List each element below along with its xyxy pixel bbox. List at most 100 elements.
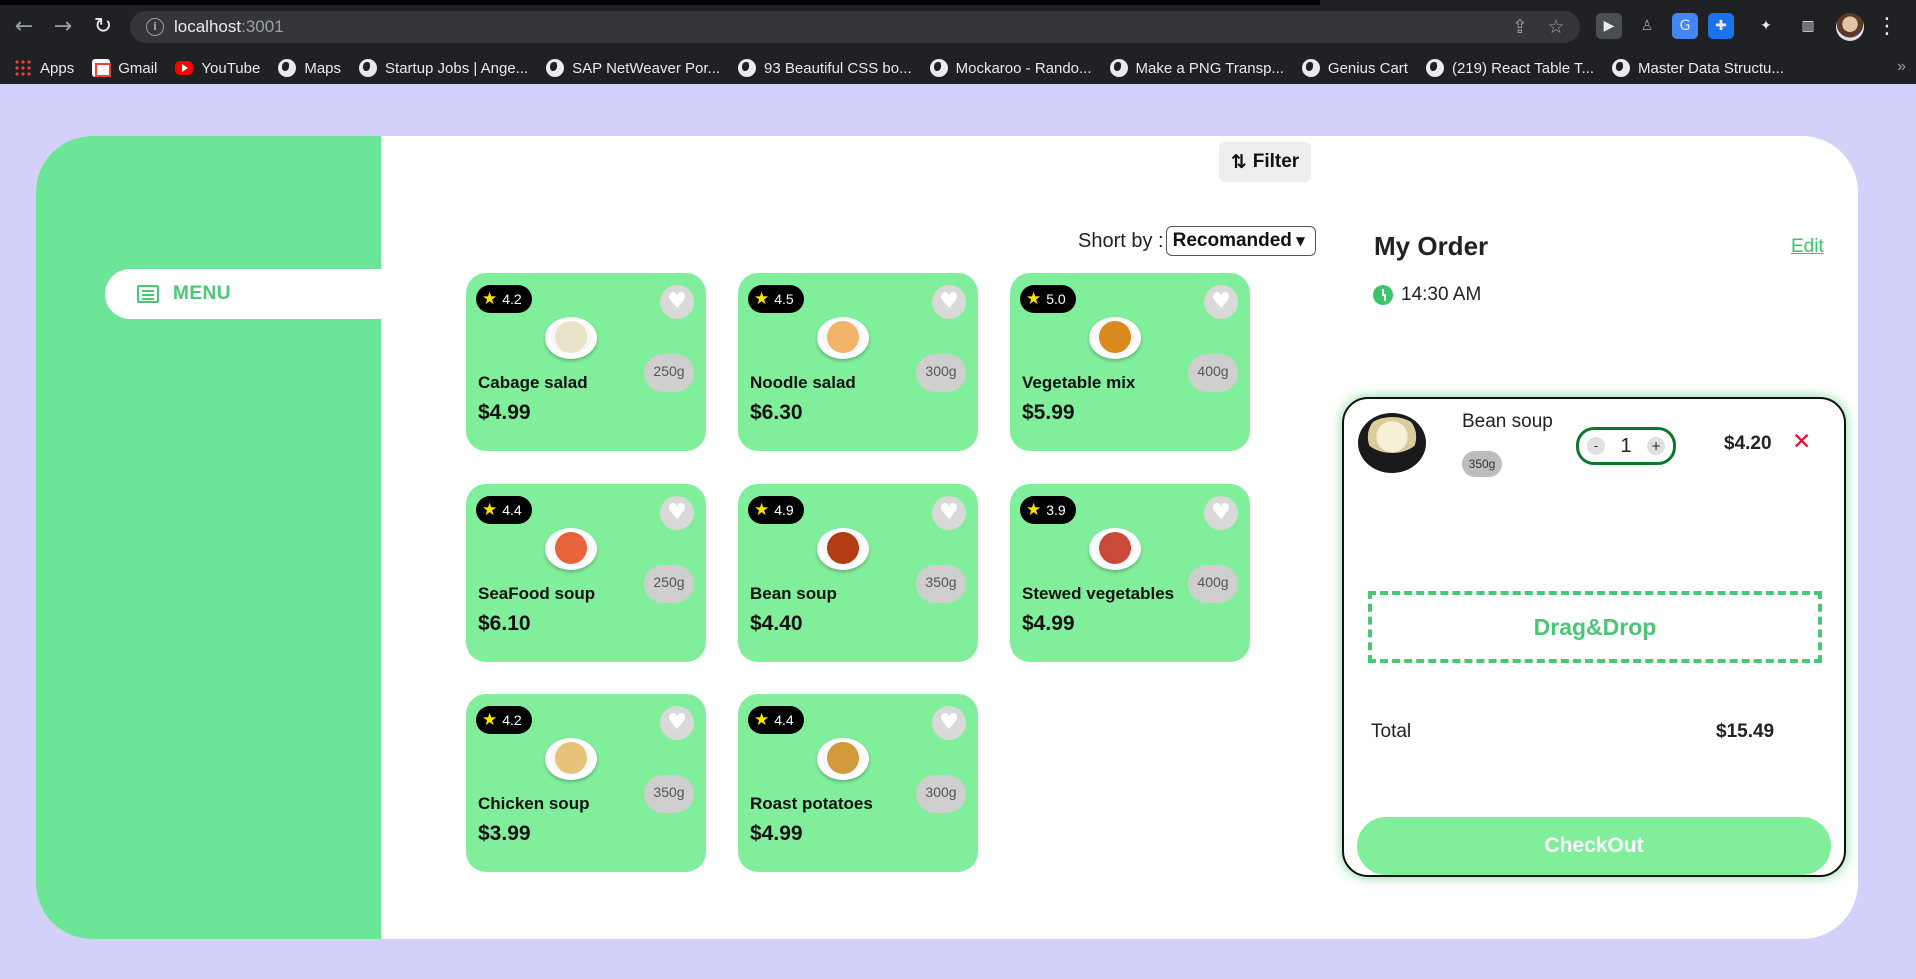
dish-image [1089, 317, 1141, 359]
food-image [1094, 532, 1136, 564]
side-panel-icon[interactable]: ▥ [1795, 13, 1821, 39]
food-image [550, 532, 592, 564]
back-icon[interactable]: ← [10, 13, 38, 41]
gmail-icon [92, 59, 112, 77]
dish-price: $6.30 [750, 401, 803, 424]
heart-icon[interactable]: ♥ [932, 496, 966, 530]
bookmark-label: YouTube [201, 59, 261, 77]
quantity-stepper[interactable]: - 1 + [1576, 427, 1676, 465]
globe-icon [1425, 59, 1444, 77]
heart-icon[interactable]: ♥ [660, 706, 694, 740]
google-translate-icon[interactable]: G [1672, 13, 1698, 39]
dish-price: $4.40 [750, 612, 803, 635]
drag-drop-zone[interactable]: Drag&Drop [1368, 591, 1822, 663]
menu-card[interactable]: ★ 3.9 ♥ 400g Stewed vegetables $4.99 [1010, 484, 1250, 662]
extension-figure-icon[interactable]: ♙ [1634, 13, 1660, 39]
bookmark-item[interactable]: SAP NetWeaver Por... [546, 59, 720, 77]
food-image [822, 742, 864, 774]
rating-value: 4.4 [502, 502, 522, 518]
dish-image [545, 528, 597, 570]
bookmark-star-icon[interactable]: ☆ [1543, 14, 1569, 40]
address-bar[interactable]: i localhost:3001 ⇪ ☆ [130, 11, 1580, 43]
extension-cross-icon[interactable]: ✚ [1708, 13, 1734, 39]
bookmark-item[interactable]: (219) React Table T... [1425, 59, 1594, 77]
heart-icon[interactable]: ♥ [932, 285, 966, 319]
browser-menu-icon[interactable]: ⋮ [1876, 13, 1898, 41]
site-info-icon[interactable]: i [146, 18, 164, 36]
food-image [550, 742, 592, 774]
decrement-button[interactable]: - [1587, 437, 1605, 455]
sort-selected-value: Recomanded [1172, 230, 1292, 251]
globe-icon [546, 59, 565, 77]
chevron-down-icon: ▼ [1295, 234, 1306, 248]
edit-order-link[interactable]: Edit [1791, 236, 1824, 258]
weight-badge: 400g [1188, 354, 1238, 392]
menu-card[interactable]: ★ 4.2 ♥ 350g Chicken soup $3.99 [466, 694, 706, 872]
rating-badge: ★ 4.4 [748, 706, 804, 734]
checkout-label: CheckOut [1544, 834, 1644, 857]
checkout-button[interactable]: CheckOut [1357, 817, 1831, 875]
dish-image [545, 738, 597, 780]
bookmark-label: Genius Cart [1327, 59, 1408, 77]
bookmark-item[interactable]: Mockaroo - Rando... [929, 59, 1092, 77]
menu-card[interactable]: ★ 4.4 ♥ 300g Roast potatoes $4.99 [738, 694, 978, 872]
remove-item-icon[interactable]: ✕ [1792, 429, 1811, 455]
star-icon: ★ [482, 289, 498, 309]
more-bookmarks-icon[interactable]: » [1897, 58, 1906, 76]
increment-button[interactable]: + [1647, 437, 1665, 455]
order-title: My Order [1374, 231, 1489, 261]
heart-icon[interactable]: ♥ [1204, 285, 1238, 319]
bookmark-label: SAP NetWeaver Por... [572, 59, 721, 77]
dish-name: Noodle salad [750, 373, 856, 392]
share-icon[interactable]: ⇪ [1507, 14, 1533, 40]
bookmark-label: Make a PNG Transp... [1135, 59, 1284, 77]
heart-icon[interactable]: ♥ [1204, 496, 1238, 530]
extension-video-icon[interactable]: ▶ [1596, 13, 1622, 39]
profile-avatar[interactable] [1836, 13, 1864, 41]
bookmark-item[interactable]: Gmail [92, 59, 157, 77]
youtube-icon [175, 61, 194, 75]
menu-card[interactable]: ★ 4.4 ♥ 250g SeaFood soup $6.10 [466, 484, 706, 662]
bookmark-item[interactable]: Make a PNG Transp... [1109, 59, 1284, 77]
heart-icon[interactable]: ♥ [660, 285, 694, 319]
heart-icon[interactable]: ♥ [932, 706, 966, 740]
app-container: MENU ⇅ Filter Short by : Recomanded ▼ ★ 4… [36, 136, 1858, 939]
dish-price: $3.99 [478, 822, 531, 845]
sidebar-item-menu[interactable]: MENU [105, 269, 381, 319]
food-image [550, 321, 592, 353]
dish-name: Stewed vegetables [1022, 584, 1175, 603]
sort-label: Short by : [1078, 229, 1164, 252]
dish-price: $6.10 [478, 612, 531, 635]
filter-button[interactable]: ⇅ Filter [1219, 142, 1311, 182]
rating-badge: ★ 3.9 [1020, 496, 1076, 524]
filter-label: Filter [1252, 151, 1300, 172]
heart-icon[interactable]: ♥ [660, 496, 694, 530]
star-icon: ★ [754, 289, 770, 309]
bookmark-item[interactable]: Apps [14, 59, 74, 77]
bookmark-item[interactable]: Startup Jobs | Ange... [359, 59, 528, 77]
url-text[interactable]: localhost:3001 [174, 17, 284, 37]
dish-image [817, 317, 869, 359]
menu-card[interactable]: ★ 5.0 ♥ 400g Vegetable mix $5.99 [1010, 273, 1250, 451]
bookmark-item[interactable]: 93 Beautiful CSS bo... [738, 59, 912, 77]
star-icon: ★ [754, 710, 770, 730]
tab-strip [0, 0, 1320, 5]
bookmark-item[interactable]: Maps [278, 59, 341, 77]
menu-card[interactable]: ★ 4.2 ♥ 250g Cabage salad $4.99 [466, 273, 706, 451]
bookmark-item[interactable]: Master Data Structu... [1612, 59, 1784, 77]
menu-card[interactable]: ★ 4.5 ♥ 300g Noodle salad $6.30 [738, 273, 978, 451]
bookmark-label: Startup Jobs | Ange... [385, 59, 529, 77]
sort-select[interactable]: Recomanded ▼ [1165, 226, 1316, 256]
dish-image [1089, 528, 1141, 570]
order-item-image [1358, 413, 1426, 473]
bookmark-item[interactable]: YouTube [175, 60, 260, 77]
reload-icon[interactable]: ↻ [89, 13, 117, 41]
globe-icon [1301, 59, 1320, 77]
dish-name: Roast potatoes [750, 794, 873, 813]
menu-card[interactable]: ★ 4.9 ♥ 350g Bean soup $4.40 [738, 484, 978, 662]
forward-icon[interactable]: → [49, 13, 77, 41]
rating-badge: ★ 4.9 [748, 496, 804, 524]
bookmark-item[interactable]: Genius Cart [1301, 59, 1408, 77]
food-image [822, 532, 864, 564]
extensions-puzzle-icon[interactable]: ✦ [1753, 13, 1779, 39]
